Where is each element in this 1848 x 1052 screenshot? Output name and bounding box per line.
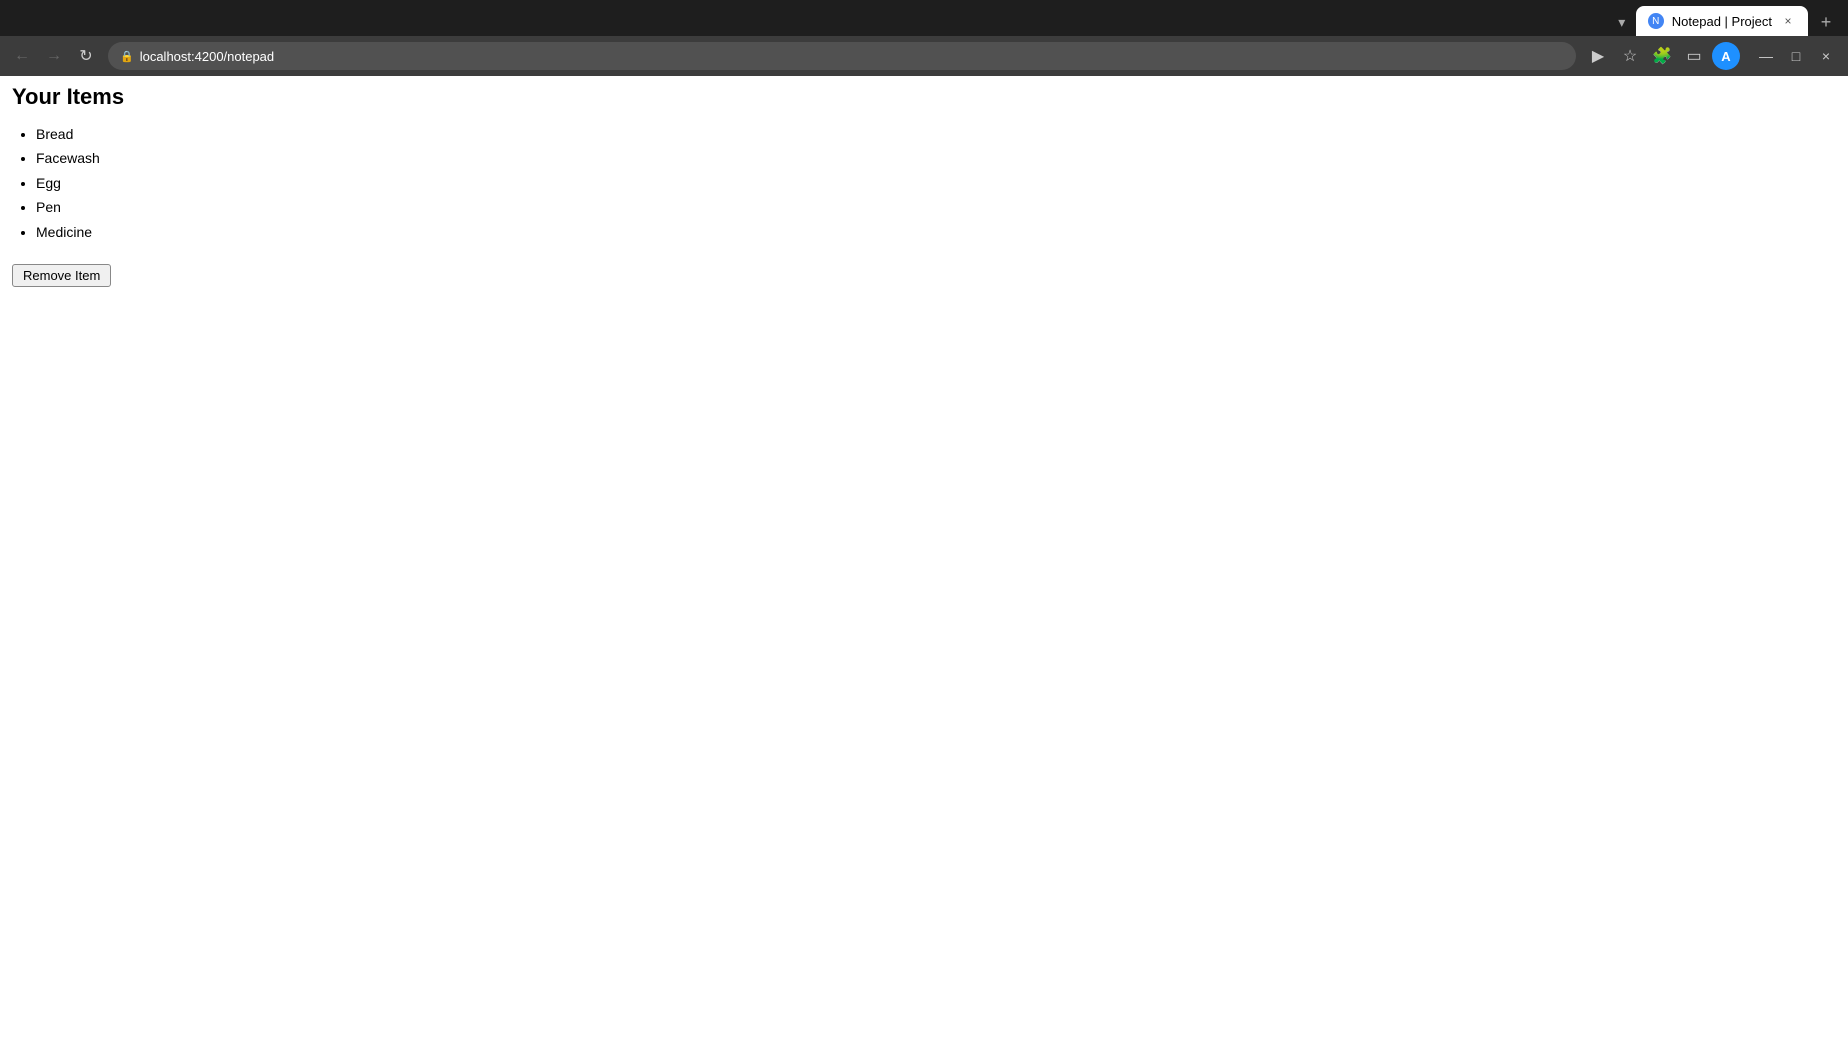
address-text: localhost:4200/notepad [140,49,1564,64]
remove-item-button[interactable]: Remove Item [12,264,111,287]
page-content: Your Items BreadFacewashEggPenMedicine R… [0,76,1848,1016]
window-controls: — □ × [1752,42,1840,70]
list-item: Bread [36,122,1836,146]
list-item: Egg [36,171,1836,195]
bookmark-button[interactable]: ☆ [1616,42,1644,70]
active-tab[interactable]: N Notepad | Project × [1636,6,1808,36]
close-button[interactable]: × [1812,42,1840,70]
tab-favicon: N [1648,13,1664,29]
profile-button[interactable]: A [1712,42,1740,70]
tab-title: Notepad | Project [1672,14,1772,29]
page-title: Your Items [12,84,1836,110]
new-tab-button[interactable]: + [1812,8,1840,36]
forward-button[interactable]: → [40,42,68,70]
sidebar-button[interactable]: ▭ [1680,42,1708,70]
media-button[interactable]: ▶ [1584,42,1612,70]
maximize-button[interactable]: □ [1782,42,1810,70]
list-item: Facewash [36,146,1836,170]
list-item: Pen [36,195,1836,219]
back-button[interactable]: ← [8,42,36,70]
tab-bar: ▾ N Notepad | Project × + [0,0,1848,36]
reload-button[interactable]: ↻ [72,42,100,70]
browser-chrome: ▾ N Notepad | Project × + ← → ↻ 🔒 localh… [0,0,1848,76]
tab-close-button[interactable]: × [1780,13,1796,29]
tab-list-button[interactable]: ▾ [1608,8,1636,36]
extensions-button[interactable]: 🧩 [1648,42,1676,70]
address-bar[interactable]: 🔒 localhost:4200/notepad [108,42,1576,70]
browser-toolbar: ← → ↻ 🔒 localhost:4200/notepad ▶ ☆ 🧩 ▭ A [0,36,1848,76]
security-icon: 🔒 [120,50,134,63]
minimize-button[interactable]: — [1752,42,1780,70]
list-item: Medicine [36,220,1836,244]
items-list: BreadFacewashEggPenMedicine [12,122,1836,244]
